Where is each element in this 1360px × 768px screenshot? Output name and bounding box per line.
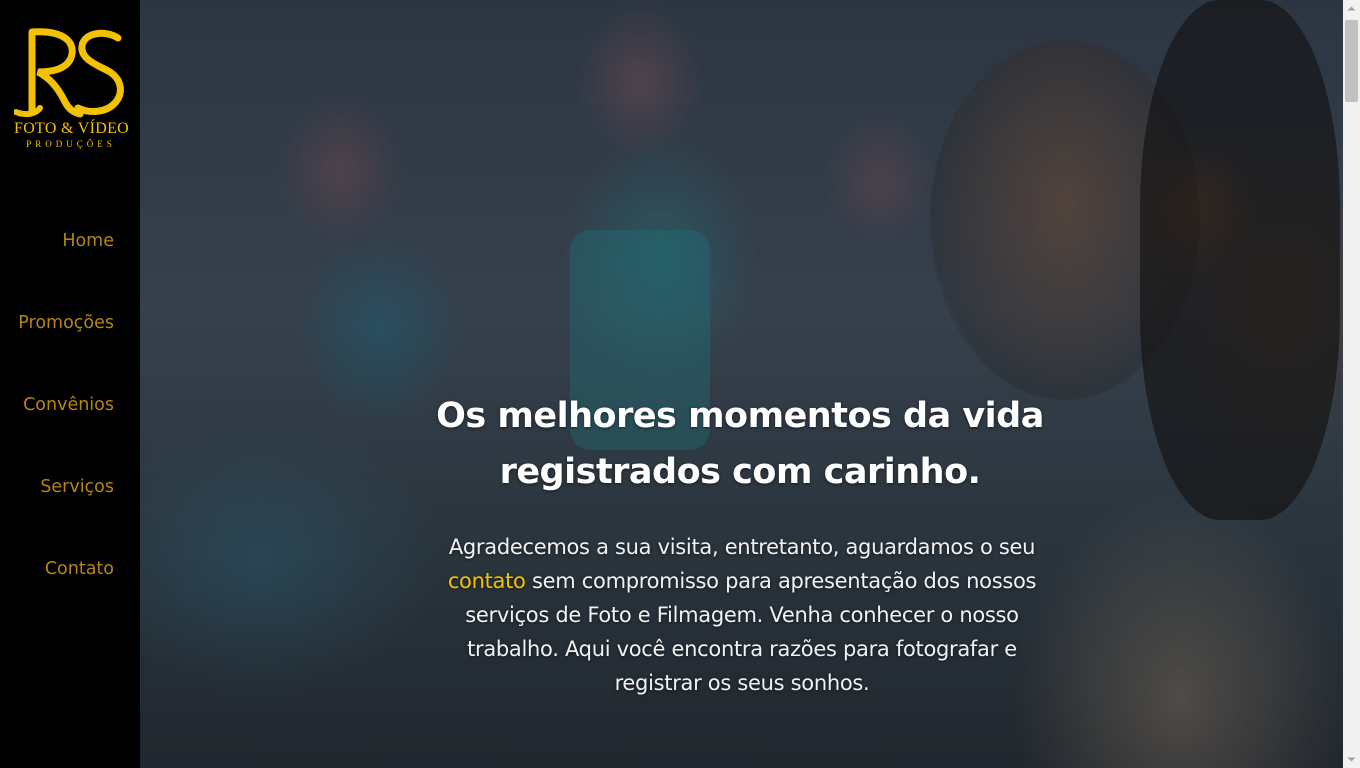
brand-line1: FOTO & VÍDEO: [14, 120, 130, 137]
scroll-up-icon[interactable]: [1343, 0, 1360, 17]
nav-item-servicos[interactable]: Serviços: [40, 477, 114, 497]
hero-headline: Os melhores momentos da vida registrados…: [420, 388, 1060, 500]
brand-logo[interactable]: FOTO & VÍDEO PRODUÇÕES: [14, 28, 130, 152]
scrollbar-thumb[interactable]: [1345, 20, 1358, 102]
scroll-down-icon[interactable]: [1343, 751, 1360, 768]
contato-link[interactable]: contato: [448, 569, 526, 593]
nav-item-promocoes[interactable]: Promoções: [18, 313, 114, 333]
nav-item-home[interactable]: Home: [62, 231, 114, 251]
brand-line2: PRODUÇÕES: [26, 139, 116, 149]
hero-headline-line1: Os melhores momentos da vida: [436, 396, 1044, 436]
brand-logo-mark: [14, 28, 124, 118]
hero-paragraph: Agradecemos a sua visita, entretanto, ag…: [422, 530, 1062, 700]
sidebar: FOTO & VÍDEO PRODUÇÕES Home Promoções Co…: [0, 0, 140, 768]
hero-headline-line2: registrados com carinho.: [499, 452, 981, 492]
hero-paragraph-text-end: sem compromisso para apresentação dos no…: [465, 569, 1037, 695]
hero-paragraph-text-start: Agradecemos a sua visita, entretanto, ag…: [448, 535, 1036, 559]
nav-item-convenios[interactable]: Convênios: [23, 395, 114, 415]
vertical-scrollbar[interactable]: [1343, 0, 1360, 768]
nav-item-contato[interactable]: Contato: [45, 559, 114, 579]
hero-banner: Os melhores momentos da vida registrados…: [140, 0, 1343, 768]
